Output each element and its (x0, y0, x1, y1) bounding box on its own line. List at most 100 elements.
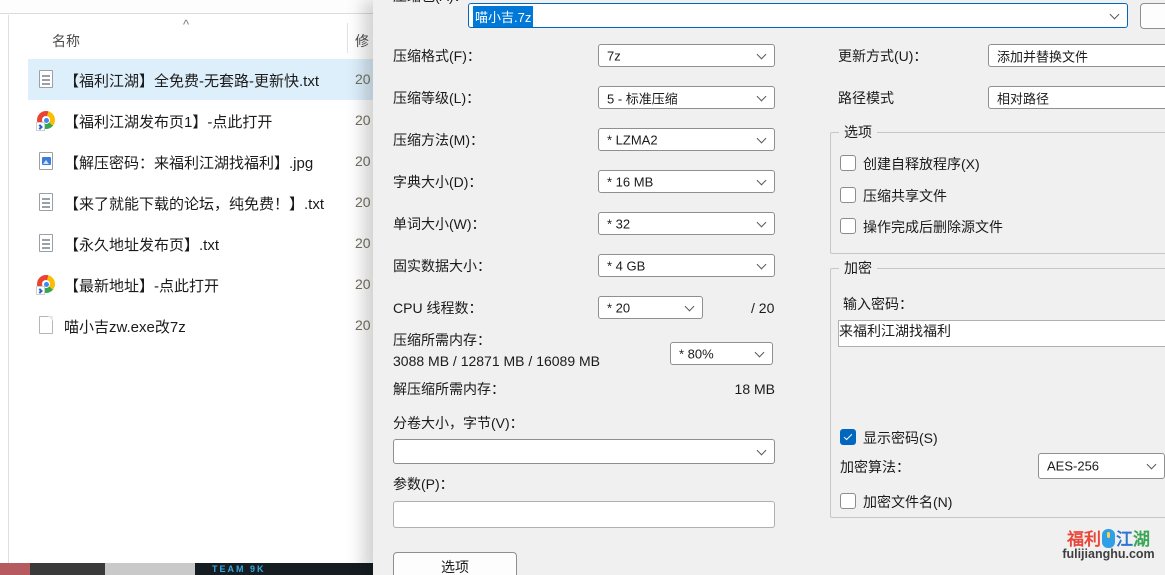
photo-fragment (30, 563, 105, 575)
volume-size-combobox[interactable] (393, 439, 775, 464)
chevron-down-icon (1147, 460, 1157, 470)
password-input[interactable]: 来福利江湖找福利 (838, 320, 1165, 347)
file-name: 【福利江湖发布页1】-点此打开 (64, 111, 272, 132)
file-name: 【永久地址发布页】.txt (64, 234, 219, 255)
word-size-select[interactable]: * 32 (598, 212, 775, 235)
compression-level-value: 5 - 标准压缩 (607, 88, 678, 107)
file-date: 20 (355, 194, 371, 210)
compression-method-select[interactable]: * LZMA2 (598, 128, 775, 151)
options-button[interactable]: 选项 (393, 552, 517, 575)
memory-compress-label: 压缩所需内存： (393, 332, 491, 348)
text-document-icon (37, 69, 55, 89)
memory-compress-value: 3088 MB / 12871 MB / 16089 MB (393, 353, 600, 369)
memory-usage-select[interactable]: * 80% (670, 342, 773, 365)
compress-shared-checkbox[interactable] (840, 187, 856, 203)
modified-column-header[interactable]: 修 (355, 31, 369, 51)
chevron-down-icon (757, 445, 767, 455)
file-row[interactable]: 【来了就能下载的论坛，纯免费！】.txt 20 (28, 182, 373, 223)
archive-name-label: 压缩包(A)： (393, 0, 468, 4)
create-sfx-checkbox[interactable] (840, 155, 856, 171)
encryption-method-value: AES-256 (1047, 459, 1099, 474)
compression-method-value: * LZMA2 (607, 132, 658, 147)
file-name: 喵小吉zw.exe改7z (64, 316, 186, 337)
word-size-value: * 32 (607, 216, 630, 231)
archive-name-selected-text: 喵小吉.7z (473, 6, 533, 27)
explorer-toolbar-edge (0, 0, 373, 14)
chrome-shortcut-icon (37, 110, 55, 130)
options-group-title: 选项 (839, 124, 877, 140)
sort-ascending-icon: ^ (183, 17, 189, 32)
file-name: 【解压密码：来福利江湖找福利】.jpg (64, 152, 313, 173)
name-column-header[interactable]: 名称 (52, 31, 80, 51)
dictionary-size-select[interactable]: * 16 MB (598, 170, 775, 193)
chrome-shortcut-icon (37, 274, 55, 294)
dictionary-size-value: * 16 MB (607, 174, 653, 189)
compression-format-select[interactable]: 7z (598, 44, 775, 67)
file-name: 【福利江湖】全免费-无套路-更新快.txt (64, 70, 319, 91)
create-sfx-label: 创建自释放程序(X) (863, 156, 980, 172)
mouse-icon (1102, 529, 1115, 548)
file-row[interactable]: 喵小吉zw.exe改7z 20 (28, 305, 373, 346)
screen: 名称 ^ 修 【福利江湖】全免费-无套路-更新快.txt 20 【福利江湖发布页… (0, 0, 1165, 575)
compression-format-value: 7z (607, 48, 621, 63)
file-date: 20 (355, 153, 371, 169)
file-row[interactable]: 【解压密码：来福利江湖找福利】.jpg 20 (28, 141, 373, 182)
solid-block-size-label: 固实数据大小： (393, 258, 491, 274)
solid-block-size-value: * 4 GB (607, 258, 645, 273)
chevron-down-icon (685, 301, 695, 311)
chevron-down-icon (757, 259, 767, 269)
cpu-threads-value: * 20 (607, 300, 630, 315)
photo-fragment (105, 563, 195, 575)
password-label: 输入密码： (843, 296, 913, 312)
update-mode-label: 更新方式(U)： (838, 48, 927, 64)
file-name: 【来了就能下载的论坛，纯免费！】.txt (64, 193, 324, 214)
file-date: 20 (355, 317, 371, 333)
solid-block-size-select[interactable]: * 4 GB (598, 254, 775, 277)
file-row[interactable]: 【福利江湖发布页1】-点此打开 20 (28, 100, 373, 141)
compression-format-label: 压缩格式(F)： (393, 48, 481, 64)
archive-name-combobox[interactable]: 喵小吉.7z (468, 3, 1128, 28)
update-mode-select[interactable]: 添加并替换文件 (988, 44, 1165, 67)
parameters-label: 参数(P)： (393, 476, 454, 492)
background-photo-strip: TEAM 9K (0, 563, 373, 575)
delete-after-label: 操作完成后删除源文件 (863, 219, 1003, 235)
text-document-icon (37, 233, 55, 253)
file-row[interactable]: 【最新地址】-点此打开 20 (28, 264, 373, 305)
chevron-down-icon (755, 347, 765, 357)
compression-method-label: 压缩方法(M)： (393, 132, 484, 148)
cpu-threads-select[interactable]: * 20 (598, 296, 703, 319)
encrypt-filenames-checkbox[interactable] (840, 493, 856, 509)
path-mode-select[interactable]: 相对路径 (988, 86, 1165, 109)
chevron-down-icon (757, 217, 767, 227)
chevron-down-icon (757, 133, 767, 143)
cpu-threads-label: CPU 线程数： (393, 300, 482, 316)
encryption-group-title: 加密 (839, 260, 877, 276)
encryption-method-label: 加密算法： (840, 459, 910, 475)
memory-decompress-value: 18 MB (655, 381, 775, 397)
watermark-domain: fulijianghu.com (1056, 547, 1161, 561)
delete-after-checkbox[interactable] (840, 218, 856, 234)
path-mode-label: 路径模式 (838, 90, 894, 106)
show-password-label: 显示密码(S) (863, 430, 938, 446)
chevron-down-icon (757, 91, 767, 101)
file-date: 20 (355, 276, 371, 292)
compression-level-label: 压缩等级(L)： (393, 90, 480, 106)
compression-level-select[interactable]: 5 - 标准压缩 (598, 86, 775, 109)
column-divider[interactable] (347, 23, 348, 53)
update-mode-value: 添加并替换文件 (997, 46, 1088, 65)
memory-decompress-label: 解压缩所需内存： (393, 381, 505, 397)
file-date: 20 (355, 235, 371, 251)
path-mode-value: 相对路径 (997, 88, 1049, 107)
chevron-down-icon (757, 175, 767, 185)
show-password-checkbox[interactable] (840, 429, 856, 445)
dictionary-size-label: 字典大小(D)： (393, 174, 482, 190)
browse-button[interactable] (1140, 3, 1165, 29)
parameters-input[interactable] (393, 501, 775, 528)
encryption-method-select[interactable]: AES-256 (1038, 453, 1165, 479)
add-to-archive-dialog: 压缩包(A)： 喵小吉.7z 压缩格式(F)： 压缩等级(L)： 压缩方法(M)… (373, 0, 1165, 575)
memory-usage-value: * 80% (679, 346, 714, 361)
file-row[interactable]: 【福利江湖】全免费-无套路-更新快.txt 20 (28, 59, 373, 100)
compress-shared-label: 压缩共享文件 (863, 188, 947, 204)
file-row[interactable]: 【永久地址发布页】.txt 20 (28, 223, 373, 264)
password-value: 来福利江湖找福利 (839, 323, 951, 339)
